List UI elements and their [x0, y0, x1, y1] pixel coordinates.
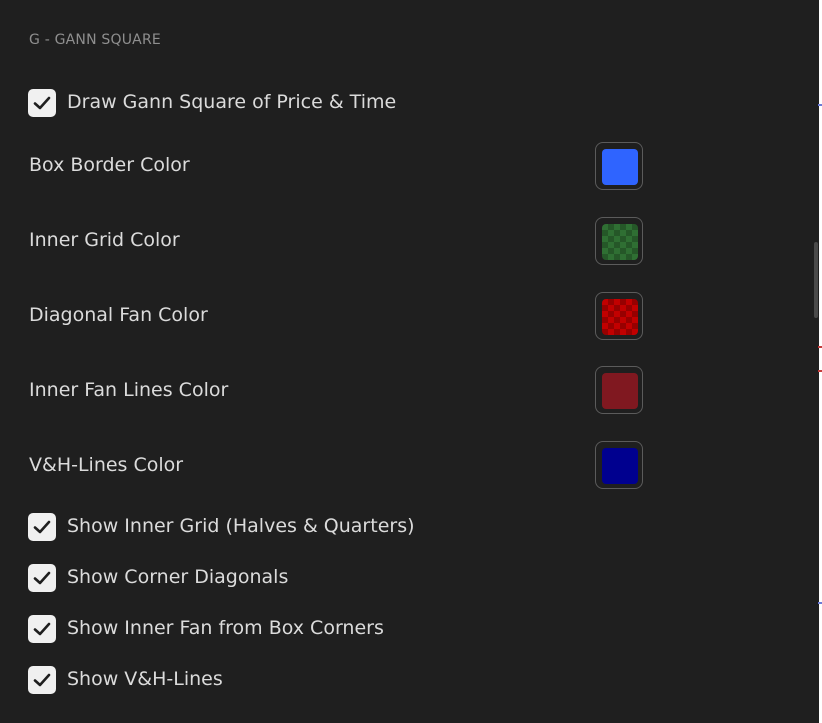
draw-gann-square-row[interactable]: Draw Gann Square of Price & Time: [0, 88, 812, 120]
check-icon: [33, 571, 51, 585]
vertical-scrollbar[interactable]: [814, 242, 818, 318]
diagonal-fan-color-swatch[interactable]: [595, 292, 643, 340]
color-swatch-icon: [602, 224, 638, 260]
box-border-color-label: Box Border Color: [29, 154, 190, 176]
draw-gann-square-label: Draw Gann Square of Price & Time: [67, 91, 397, 113]
vh-lines-color-swatch[interactable]: [595, 441, 643, 489]
show-vh-lines-checkbox[interactable]: [28, 666, 56, 694]
settings-panel: G - GANN SQUARE Draw Gann Square of Pric…: [0, 0, 812, 723]
inner-grid-color-swatch[interactable]: [595, 217, 643, 265]
inner-grid-color-label: Inner Grid Color: [29, 229, 180, 251]
diagonal-fan-color-label: Diagonal Fan Color: [29, 304, 208, 326]
show-inner-fan-label: Show Inner Fan from Box Corners: [67, 617, 384, 639]
inner-fan-lines-color-swatch[interactable]: [595, 366, 643, 414]
show-inner-grid-label: Show Inner Grid (Halves & Quarters): [67, 515, 415, 537]
show-corner-diagonals-row[interactable]: Show Corner Diagonals: [0, 563, 812, 595]
color-swatch-icon: [602, 448, 638, 484]
inner-grid-color-row: Inner Grid Color: [0, 216, 812, 268]
show-inner-grid-checkbox[interactable]: [28, 513, 56, 541]
edge-mark: [818, 104, 822, 106]
show-vh-lines-label: Show V&H-Lines: [67, 668, 223, 690]
check-icon: [33, 622, 51, 636]
show-inner-fan-checkbox[interactable]: [28, 615, 56, 643]
inner-fan-lines-color-row: Inner Fan Lines Color: [0, 365, 812, 417]
check-icon: [33, 520, 51, 534]
color-swatch-icon: [602, 149, 638, 185]
box-border-color-row: Box Border Color: [0, 141, 812, 193]
color-swatch-icon: [602, 299, 638, 335]
edge-mark: [818, 370, 822, 372]
edge-mark: [818, 602, 822, 604]
show-inner-grid-row[interactable]: Show Inner Grid (Halves & Quarters): [0, 512, 812, 544]
diagonal-fan-color-row: Diagonal Fan Color: [0, 291, 812, 343]
vh-lines-color-row: V&H-Lines Color: [0, 440, 812, 492]
section-title: G - GANN SQUARE: [29, 32, 161, 48]
show-corner-diagonals-checkbox[interactable]: [28, 564, 56, 592]
color-swatch-icon: [602, 373, 638, 409]
edge-mark: [818, 346, 822, 348]
check-icon: [33, 673, 51, 687]
show-corner-diagonals-label: Show Corner Diagonals: [67, 566, 289, 588]
check-icon: [33, 96, 51, 110]
draw-gann-square-checkbox[interactable]: [28, 89, 56, 117]
show-vh-lines-row[interactable]: Show V&H-Lines: [0, 665, 812, 697]
box-border-color-swatch[interactable]: [595, 142, 643, 190]
inner-fan-lines-color-label: Inner Fan Lines Color: [29, 379, 229, 401]
vh-lines-color-label: V&H-Lines Color: [29, 454, 184, 476]
show-inner-fan-row[interactable]: Show Inner Fan from Box Corners: [0, 614, 812, 646]
